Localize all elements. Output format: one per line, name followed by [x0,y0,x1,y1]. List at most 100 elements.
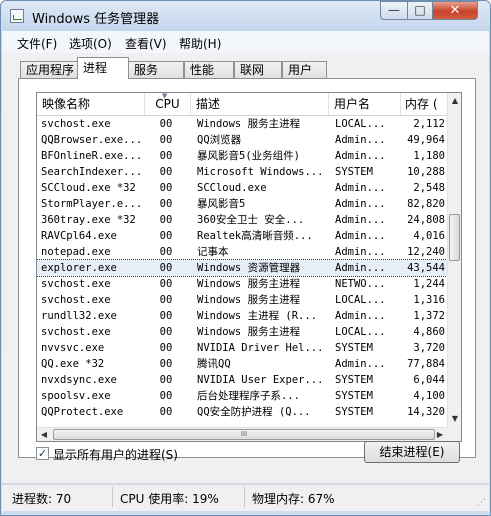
minimize-button[interactable]: — [380,1,408,20]
tab-users[interactable]: 用户 [282,61,327,78]
cell-cpu: 00 [159,230,173,242]
cell-mem: 49,964 [407,134,445,146]
table-row[interactable]: nvxdsync.exe 00 NVIDIA User Exper... SYSTEM… [37,372,447,388]
scrollbar-corner [447,427,461,441]
scroll-left-icon[interactable]: ◀ [37,428,51,441]
table-row[interactable]: notepad.exe 00 记事本 Admin... 12,240 [37,244,447,260]
cell-name: svchost.exe [41,278,111,290]
table-row[interactable]: svchost.exe 00 Windows 服务主进程 LOCAL... 2,112 [37,116,447,132]
table-row[interactable]: 360tray.exe *32 00 360安全卫士 安全... Admin... 24… [37,212,447,228]
status-cpu-usage: CPU 使用率: 19% [120,492,219,506]
cell-name: rundll32.exe [41,310,117,322]
cell-desc: NVIDIA Driver Hel... [197,342,324,354]
task-manager-icon [10,9,24,23]
scroll-right-icon[interactable]: ▶ [433,428,447,441]
cell-cpu: 00 [159,390,173,402]
cell-cpu: 00 [159,294,173,306]
close-button[interactable]: ✕ [432,1,478,20]
cell-name: BFOnlineR.exe... [41,150,143,162]
table-row[interactable]: nvvsvc.exe 00 NVIDIA Driver Hel... SYSTEM 3,… [37,340,447,356]
status-process-count: 进程数: 70 [12,492,72,506]
cell-cpu: 00 [159,198,173,210]
title-bar[interactable]: Windows 任务管理器 — □ ✕ [1,1,490,31]
menu-options[interactable]: 选项(O) [69,35,112,52]
status-separator [112,487,113,507]
cell-name: explorer.exe [41,262,117,274]
cell-cpu: 00 [159,406,173,418]
cell-name: nvxdsync.exe [41,374,117,386]
cell-cpu: 00 [159,342,173,354]
maximize-button[interactable]: □ [407,1,433,20]
horizontal-scroll-thumb[interactable]: III [53,429,435,440]
table-row[interactable]: svchost.exe 00 Windows 服务主进程 LOCAL... 4,860 [37,324,447,340]
cell-user: Admin... [335,150,386,162]
column-memory[interactable]: 内存 ( [401,93,447,115]
cell-desc: Windows 服务主进程 [197,118,301,130]
cell-name: svchost.exe [41,118,111,130]
cell-desc: SCCloud.exe [197,182,267,194]
tab-performance[interactable]: 性能 [184,61,234,78]
column-cpu[interactable]: ▼ CPU [145,93,191,115]
cell-user: Admin... [335,134,386,146]
table-row[interactable]: SCCloud.exe *32 00 SCCloud.exe Admin... 2,54… [37,180,447,196]
end-process-button[interactable]: 结束进程(E) [364,441,460,463]
cell-user: Admin... [335,230,386,242]
table-row[interactable]: QQ.exe *32 00 腾讯QQ Admin... 77,884 [37,356,447,372]
tab-processes[interactable]: 进程 [77,57,129,79]
cell-mem: 4,016 [413,230,445,242]
table-row[interactable]: svchost.exe 00 Windows 服务主进程 LOCAL... 1,316 [37,292,447,308]
cell-cpu: 00 [159,150,173,162]
vertical-scroll-thumb[interactable] [449,214,460,261]
cell-user: SYSTEM [335,342,373,354]
cell-user: LOCAL... [335,326,386,338]
menu-bar: 文件(F) 选项(O) 查看(V) 帮助(H) [2,31,489,53]
resize-grip-icon[interactable]: ⋰ [477,498,486,508]
tab-services[interactable]: 服务 [128,61,184,78]
scroll-up-icon[interactable]: ▲ [448,93,461,109]
vertical-scrollbar[interactable]: ▲ ▼ [447,93,461,427]
tab-applications[interactable]: 应用程序 [20,61,78,78]
menu-help[interactable]: 帮助(H) [179,35,221,52]
show-all-users-checkbox[interactable]: ✓ [36,447,49,460]
horizontal-scrollbar[interactable]: ◀ III ▶ [37,427,447,441]
cell-name: svchost.exe [41,326,111,338]
cell-name: 360tray.exe *32 [41,214,136,226]
column-description[interactable]: 描述 [191,93,329,115]
table-row[interactable]: svchost.exe 00 Windows 服务主进程 NETWO... 1,244 [37,276,447,292]
cell-desc: 暴风影音5(业务组件) [197,150,300,162]
cell-mem: 10,288 [407,166,445,178]
cell-mem: 4,860 [413,326,445,338]
table-row[interactable]: explorer.exe 00 Windows 资源管理器 Admin... 43,54… [37,259,448,277]
cell-desc: 记事本 [197,246,229,258]
column-image-name[interactable]: 映像名称 [37,93,145,115]
cell-user: LOCAL... [335,294,386,306]
menu-file[interactable]: 文件(F) [17,35,57,52]
table-row[interactable]: BFOnlineR.exe... 00 暴风影音5(业务组件) Admin... 1,1… [37,148,447,164]
tab-networking[interactable]: 联网 [234,61,282,78]
cell-name: QQBrowser.exe... [41,134,143,146]
cell-name: notepad.exe [41,246,111,258]
table-row[interactable]: QQBrowser.exe... 00 QQ浏览器 Admin... 49,964 [37,132,447,148]
cell-name: QQ.exe *32 [41,358,105,370]
table-row[interactable]: StormPlayer.e... 00 暴风影音5 Admin... 82,820 [37,196,447,212]
table-row[interactable]: rundll32.exe 00 Windows 主进程 (R... Admin... 1… [37,308,447,324]
cell-name: QQProtect.exe [41,406,124,418]
table-row[interactable]: RAVCpl64.exe 00 Realtek高清晰音频... Admin... 4,0… [37,228,447,244]
cell-cpu: 00 [159,134,173,146]
process-list[interactable]: 映像名称 ▼ CPU 描述 用户名 内存 ( svchost.exe 00 Wind… [36,92,462,442]
cell-desc: Windows 服务主进程 [197,326,301,338]
cell-cpu: 00 [159,166,173,178]
cell-cpu: 00 [159,374,173,386]
cell-mem: 3,720 [413,342,445,354]
table-row[interactable]: SearchIndexer... 00 Microsoft Windows... SY… [37,164,447,180]
menu-view[interactable]: 查看(V) [125,35,167,52]
scroll-down-icon[interactable]: ▼ [448,411,461,427]
table-row[interactable]: QQProtect.exe 00 QQ安全防护进程 (Q... SYSTEM 14,32… [37,404,447,420]
column-username[interactable]: 用户名 [329,93,401,115]
table-row[interactable]: spoolsv.exe 00 后台处理程序子系... SYSTEM 4,100 [37,388,447,404]
cell-desc: Realtek高清晰音频... [197,230,313,242]
cell-user: SYSTEM [335,166,373,178]
cell-desc: Windows 服务主进程 [197,294,301,306]
cell-user: NETWO... [335,278,386,290]
client-area: 应用程序 进程 服务 性能 联网 用户 映像名称 ▼ CPU 描述 用户名 内存… [2,53,489,483]
